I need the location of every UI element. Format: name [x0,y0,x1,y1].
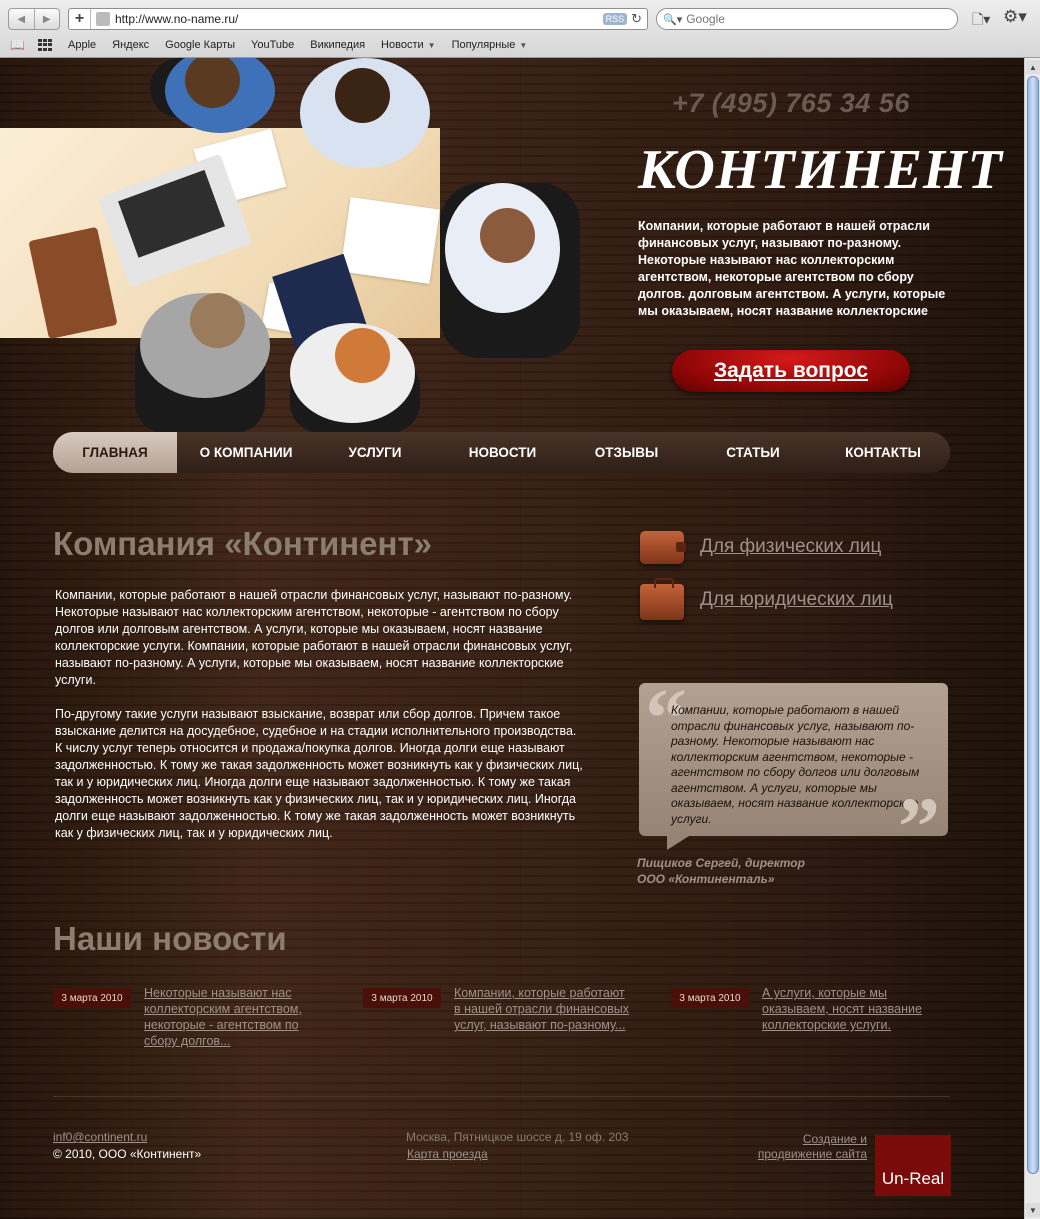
search-field[interactable]: 🔍▾ [656,8,958,30]
news-link[interactable]: Некоторые называют нас коллекторским аге… [144,985,319,1049]
bookmark-apple[interactable]: Apple [68,39,96,51]
address-bar[interactable]: + http://www.no-name.ru/ RSS ↻ [68,8,648,30]
menu-item-services[interactable]: УСЛУГИ [315,432,435,473]
chevron-down-icon: ▼ [519,41,528,50]
footer-divider [53,1096,950,1097]
hero-photo [0,58,620,433]
footer-copyright: © 2010, ООО «Континент» [53,1147,202,1161]
menu-item-reviews[interactable]: ОТЗЫВЫ [570,432,683,473]
menu-item-news[interactable]: НОВОСТИ [435,432,570,473]
footer-email-link[interactable]: inf0@continent.ru [53,1130,147,1144]
map-link[interactable]: Карта проезда [407,1147,488,1161]
menu-item-home[interactable]: ГЛАВНАЯ [53,432,177,473]
bookmark-youtube[interactable]: YouTube [251,39,294,51]
author-company: ООО «Континенталь» [637,872,775,886]
browser-toolbar: ◀ ▶ + http://www.no-name.ru/ RSS ↻ 🔍▾ 🗋▾… [0,0,1040,58]
web-page: +7 (495) 765 34 56 КОНТИНЕНТ Компании, к… [0,58,1024,1219]
page-menu-icon[interactable]: 🗋▾ [972,9,990,33]
briefcase-icon[interactable] [640,578,684,620]
testimonial-author: Пищиков Сергей, директор ООО «Континента… [637,855,805,887]
bookmark-yandex[interactable]: Яндекс [112,39,149,51]
gear-icon[interactable]: ⚙▾ [1003,7,1027,27]
footer-address: Москва, Пятницкое шоссе д. 19 оф. 203 [406,1130,629,1144]
forward-icon[interactable]: ▶ [33,9,60,29]
scrollbar[interactable]: ▲ ▼ [1024,58,1040,1219]
reload-icon[interactable]: ↻ [631,11,642,27]
quote-close-icon: ” [898,781,940,874]
ask-question-button[interactable]: Задать вопрос [672,350,910,392]
individuals-link[interactable]: Для физических лиц [700,536,881,558]
news-date: 3 марта 2010 [363,988,441,1008]
developer-logo[interactable]: Un-Real [875,1135,951,1196]
book-icon[interactable]: 📖 [10,38,28,52]
back-icon[interactable]: ◀ [9,9,34,29]
developer-link[interactable]: Создание и продвижение сайта [740,1132,867,1162]
rss-icon[interactable]: RSS [602,13,628,25]
nav-buttons: ◀ ▶ [8,8,60,30]
news-link[interactable]: А услуги, которые мы оказываем, носят на… [762,985,937,1033]
site-logo[interactable]: КОНТИНЕНТ [638,138,1003,202]
bookmark-google-maps[interactable]: Google Карты [165,39,235,51]
scroll-up-icon[interactable]: ▲ [1026,60,1040,74]
hero-intro: Компании, которые работают в нашей отрас… [638,219,946,318]
main-menu: ГЛАВНАЯ О КОМПАНИИ УСЛУГИ НОВОСТИ ОТЗЫВЫ… [53,432,950,473]
bookmark-popular-label: Популярные [451,39,516,51]
phone-number: +7 (495) 765 34 56 [672,88,910,118]
search-input[interactable] [686,12,937,26]
menu-item-contacts[interactable]: КОНТАКТЫ [823,432,943,473]
main-paragraph-1: Компании, которые работают в нашей отрас… [55,588,573,687]
wallet-icon[interactable] [640,531,686,564]
news-date: 3 марта 2010 [671,988,749,1008]
testimonial-text: Компании, которые работают в нашей отрас… [671,703,920,826]
menu-item-articles[interactable]: СТАТЬИ [683,432,823,473]
companies-link[interactable]: Для юридических лиц [700,589,893,611]
add-bookmark-icon[interactable]: + [69,9,91,29]
news-link[interactable]: Компании, которые работают в нашей отрас… [454,985,629,1033]
bookmark-news[interactable]: Новости ▼ [381,39,436,51]
bookmark-news-label: Новости [381,39,424,51]
favicon-icon [96,12,110,26]
page-title: Компания «Континент» [53,525,432,562]
main-paragraph-2: По-другому такие услуги называют взыскан… [55,707,583,840]
chevron-down-icon: ▼ [427,41,436,50]
bookmarks-bar: 📖 Apple Яндекс Google Карты YouTube Вики… [0,34,1040,56]
scroll-down-icon[interactable]: ▼ [1026,1203,1040,1217]
author-name: Пищиков Сергей, директор [637,856,805,870]
testimonial-box: “ Компании, которые работают в нашей отр… [639,677,948,870]
scroll-thumb[interactable] [1027,76,1039,1174]
news-title: Наши новости [53,920,287,957]
bookmark-popular[interactable]: Популярные ▼ [452,39,528,51]
top-sites-icon[interactable] [38,39,52,51]
news-date: 3 марта 2010 [53,988,131,1008]
menu-item-about[interactable]: О КОМПАНИИ [177,432,315,473]
url-text[interactable]: http://www.no-name.ru/ [115,12,603,26]
main-text: Компании, которые работают в нашей отрас… [55,587,585,842]
bookmark-wikipedia[interactable]: Википедия [310,39,365,51]
search-icon: 🔍▾ [663,13,683,26]
